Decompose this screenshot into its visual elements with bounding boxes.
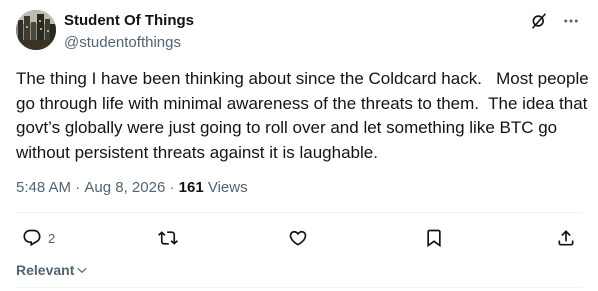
repost-icon xyxy=(158,231,178,245)
author-display-name[interactable]: Student Of Things xyxy=(64,12,194,30)
post-meta: 5:48 AM · Aug 8, 2026 · 161 Views xyxy=(16,178,248,198)
like-button[interactable] xyxy=(288,228,314,248)
meta-separator: · xyxy=(71,179,85,196)
bookmark-icon xyxy=(427,229,441,248)
reply-count: 2 xyxy=(48,230,56,246)
meta-separator: · xyxy=(165,179,179,196)
chevron-down-icon xyxy=(77,267,88,274)
views-label: Views xyxy=(203,179,248,196)
bookmark-button[interactable] xyxy=(424,228,450,248)
divider-bottom xyxy=(16,287,582,288)
avatar[interactable] xyxy=(16,10,56,50)
avatar-image xyxy=(16,10,56,50)
reply-sort-dropdown[interactable]: Relevant xyxy=(16,262,88,278)
reply-icon xyxy=(23,229,41,247)
repost-button[interactable] xyxy=(158,228,184,248)
post-top-actions xyxy=(530,12,580,30)
grok-icon[interactable] xyxy=(530,12,548,30)
more-icon[interactable] xyxy=(562,12,580,30)
views-count[interactable]: 161 xyxy=(179,178,204,198)
post-detail: Student Of Things @studentofthings The t… xyxy=(0,0,598,291)
post-actions-bar: 2 xyxy=(22,228,584,250)
author-block: Student Of Things @studentofthings xyxy=(64,12,194,53)
post-time[interactable]: 5:48 AM xyxy=(16,178,71,198)
heart-icon xyxy=(289,230,307,246)
share-button[interactable] xyxy=(556,228,576,248)
post-date[interactable]: Aug 8, 2026 xyxy=(84,178,165,198)
share-icon xyxy=(558,230,574,246)
author-handle[interactable]: @studentofthings xyxy=(64,33,194,53)
reply-button[interactable]: 2 xyxy=(22,228,55,248)
sort-label: Relevant xyxy=(16,262,75,278)
divider xyxy=(16,212,582,213)
post-text: The thing I have been thinking about sin… xyxy=(16,69,594,162)
